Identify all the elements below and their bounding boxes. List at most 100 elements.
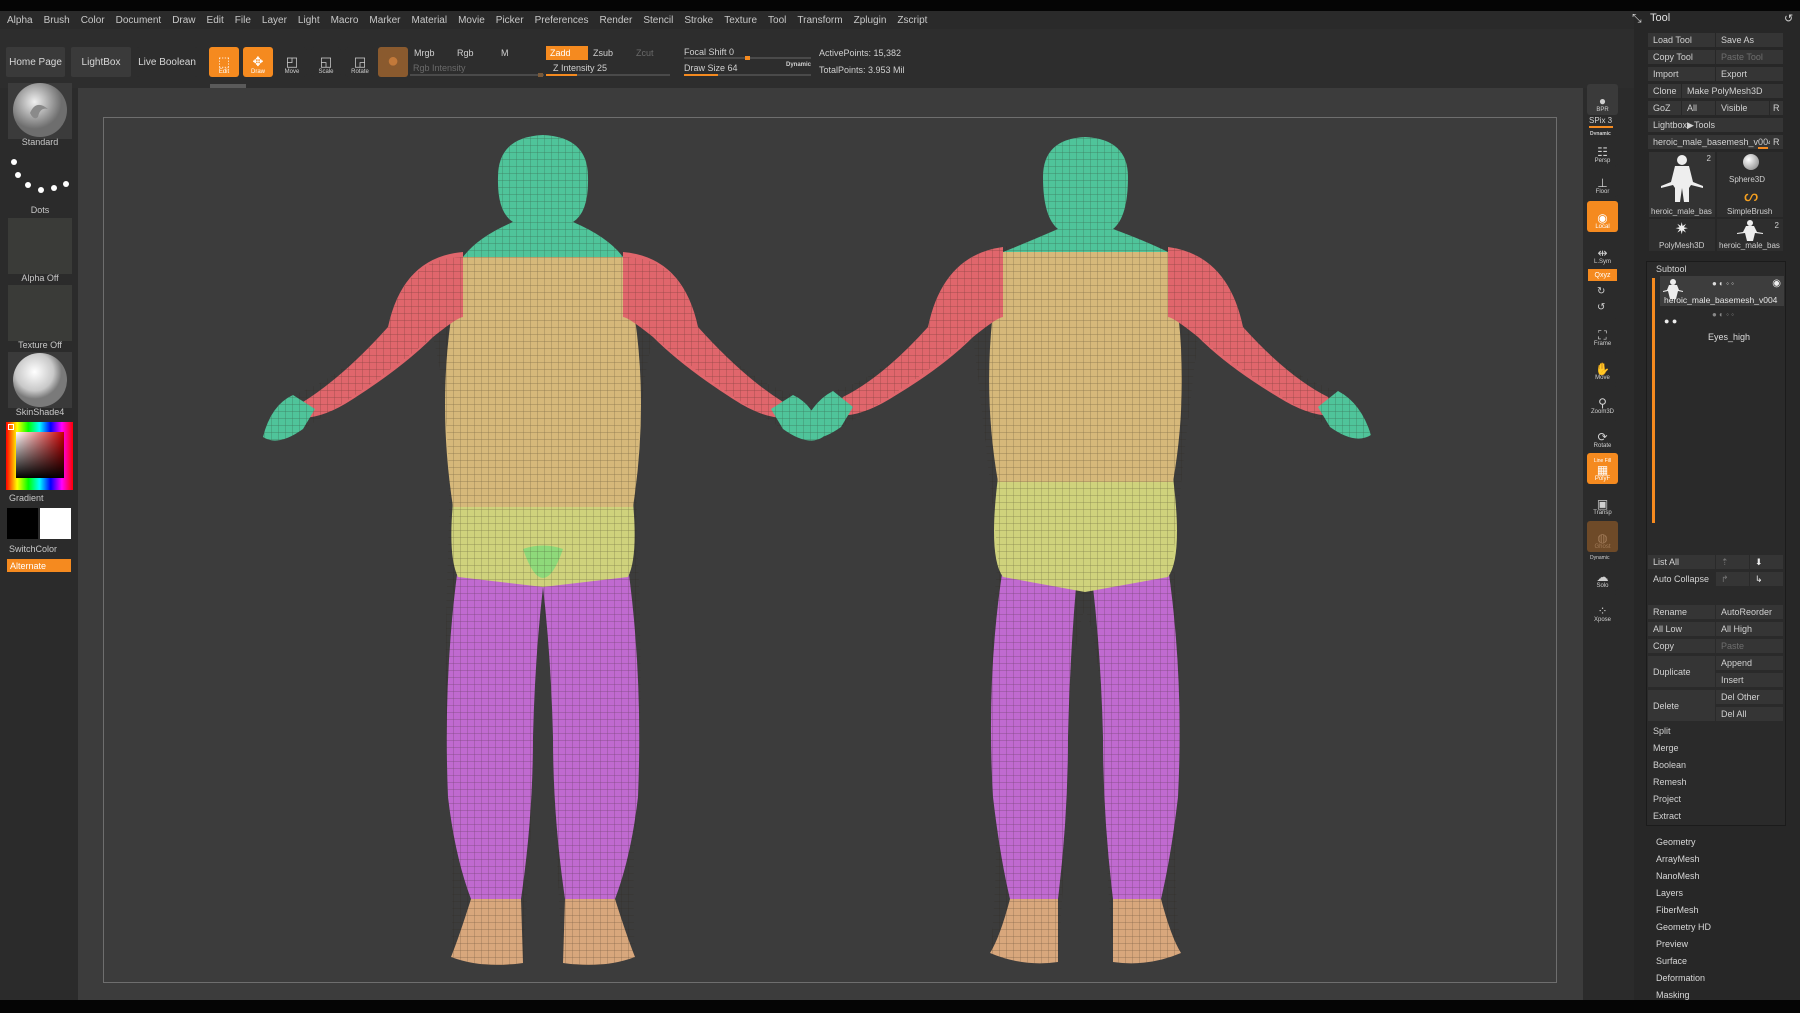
zsub-toggle[interactable]: Zsub (589, 46, 631, 60)
subtool-row-active[interactable]: ● ◐ ◦ ◦ ◉ heroic_male_basemesh_v004 (1660, 276, 1784, 306)
subtool-visibility-dots[interactable]: ● ◐ ◦ ◦ (1712, 279, 1734, 288)
append-button[interactable]: Append (1716, 656, 1783, 670)
secondary-color-swatch[interactable] (40, 508, 71, 539)
subpalette-layers[interactable]: Layers (1656, 888, 1683, 898)
lsym-button[interactable]: ⇹ L.Sym (1587, 236, 1618, 267)
current-tool-slider[interactable]: heroic_male_basemesh_v004 (1648, 135, 1770, 149)
brush-thumbnail-button[interactable] (8, 83, 72, 139)
menu-item-zplugin[interactable]: Zplugin (854, 15, 887, 26)
menu-item-macro[interactable]: Macro (331, 15, 359, 26)
scale-button[interactable]: ◱ Scale (311, 47, 341, 77)
lightbox-button[interactable]: LightBox (71, 47, 131, 77)
dynamic-toggle[interactable]: Dynamic (786, 62, 811, 68)
menu-item-stencil[interactable]: Stencil (643, 15, 673, 26)
tool-thumb-simplebrush[interactable]: ᔕ SimpleBrush (1717, 185, 1783, 217)
subpalette-preview[interactable]: Preview (1656, 939, 1688, 949)
solo-button[interactable]: ☁ Solo (1587, 560, 1618, 591)
paste-subtool-button[interactable]: Paste (1716, 639, 1783, 653)
menu-item-edit[interactable]: Edit (207, 15, 224, 26)
import-button[interactable]: Import (1648, 67, 1715, 81)
transp-button[interactable]: ▣ Transp (1587, 487, 1618, 518)
menu-item-texture[interactable]: Texture (724, 15, 757, 26)
clone-button[interactable]: Clone (1648, 84, 1681, 98)
all-low-button[interactable]: All Low (1648, 622, 1715, 636)
subpalette-geometry-hd[interactable]: Geometry HD (1656, 922, 1711, 932)
frame-button[interactable]: ⛶ Frame (1587, 318, 1618, 349)
subtool-action-project[interactable]: Project (1648, 792, 1783, 806)
menu-item-marker[interactable]: Marker (369, 15, 400, 26)
color-picker[interactable] (6, 422, 73, 490)
rotate-view-button[interactable]: ⟳ Rotate (1587, 420, 1618, 451)
zcut-toggle[interactable]: Zcut (632, 46, 672, 60)
bpr-button[interactable]: ● BPR (1587, 84, 1618, 115)
mrgb-toggle[interactable]: Mrgb (410, 46, 450, 60)
rotate-axis-icon-2[interactable]: ↺ (1597, 302, 1605, 313)
move-button[interactable]: ◰ Move (277, 47, 307, 77)
z-intensity-slider[interactable] (546, 74, 670, 76)
m-toggle[interactable]: M (497, 46, 537, 60)
all-high-button[interactable]: All High (1716, 622, 1783, 636)
rename-button[interactable]: Rename (1648, 605, 1715, 619)
alpha-thumbnail-button[interactable] (8, 218, 72, 274)
gradient-label[interactable]: Gradient (9, 493, 89, 503)
edit-button[interactable]: ⬚ Edit (209, 47, 239, 77)
load-tool-button[interactable]: Load Tool (1648, 33, 1715, 47)
delete-button[interactable]: Delete (1648, 690, 1715, 721)
move-up-button[interactable]: ⇡ (1716, 555, 1749, 569)
goz-r-button[interactable]: R (1770, 101, 1783, 115)
menu-item-material[interactable]: Material (412, 15, 448, 26)
copy-tool-button[interactable]: Copy Tool (1648, 50, 1715, 64)
menu-item-transform[interactable]: Transform (797, 15, 842, 26)
menu-item-preferences[interactable]: Preferences (535, 15, 589, 26)
alternate-button[interactable]: Alternate (7, 559, 71, 572)
del-other-button[interactable]: Del Other (1716, 690, 1783, 704)
menu-item-color[interactable]: Color (81, 15, 105, 26)
draw-button[interactable]: ✥ Draw (243, 47, 273, 77)
zadd-toggle[interactable]: Zadd (546, 46, 588, 60)
spix-readout[interactable]: SPix 3 (1589, 116, 1612, 125)
lightbox-tools-button[interactable]: Lightbox▶Tools (1648, 118, 1783, 132)
main-color-swatch[interactable] (7, 508, 38, 539)
menu-item-file[interactable]: File (235, 15, 251, 26)
auto-collapse-button[interactable]: Auto Collapse (1648, 572, 1715, 586)
xpose-button[interactable]: ⁘ Xpose (1587, 594, 1618, 625)
subpalette-fibermesh[interactable]: FiberMesh (1656, 905, 1699, 915)
ghost-button[interactable]: ◍ Ghost (1587, 521, 1618, 552)
subpalette-geometry[interactable]: Geometry (1656, 837, 1696, 847)
texture-thumbnail-button[interactable] (8, 285, 72, 341)
current-tool-r-button[interactable]: R (1770, 135, 1783, 149)
duplicate-button[interactable]: Duplicate (1648, 656, 1715, 687)
local-button[interactable]: ◉ Local (1587, 201, 1618, 232)
move-view-button[interactable]: ✋ Move (1587, 352, 1618, 383)
subpalette-masking[interactable]: Masking (1656, 990, 1690, 1000)
menu-item-alpha[interactable]: Alpha (7, 15, 33, 26)
del-all-button[interactable]: Del All (1716, 707, 1783, 721)
subpalette-deformation[interactable]: Deformation (1656, 973, 1705, 983)
paste-tool-button[interactable]: Paste Tool (1716, 50, 1783, 64)
export-button[interactable]: Export (1716, 67, 1783, 81)
subtool-action-merge[interactable]: Merge (1648, 741, 1783, 755)
eye-icon[interactable]: ◉ (1772, 278, 1781, 289)
subpalette-surface[interactable]: Surface (1656, 956, 1687, 966)
persp-button[interactable]: ☷ Persp (1587, 135, 1618, 166)
menu-item-brush[interactable]: Brush (44, 15, 70, 26)
copy-subtool-button[interactable]: Copy (1648, 639, 1715, 653)
palette-pin-icon[interactable]: ⤡ (1632, 11, 1642, 26)
subtool-action-boolean[interactable]: Boolean (1648, 758, 1783, 772)
material-thumbnail-button[interactable] (8, 352, 72, 408)
draw-size-slider[interactable] (684, 74, 811, 76)
switch-color-button[interactable]: SwitchColor (9, 544, 89, 554)
polyf-button[interactable]: Line Fill ▦ PolyF (1587, 453, 1618, 484)
rotate-button[interactable]: ◲ Rotate (345, 47, 375, 77)
rgb-toggle[interactable]: Rgb (453, 46, 493, 60)
menu-item-draw[interactable]: Draw (172, 15, 195, 26)
menu-item-layer[interactable]: Layer (262, 15, 287, 26)
subtool-row-eyes[interactable]: ● ● ● ◐ ◦ ◦ Eyes_high (1660, 310, 1784, 344)
tool-thumb-heroic-male-2[interactable]: 2 heroic_male_bas (1717, 219, 1783, 251)
menu-item-render[interactable]: Render (600, 15, 633, 26)
subtool-header[interactable]: Subtool (1656, 264, 1687, 274)
subtool-action-remesh[interactable]: Remesh (1648, 775, 1783, 789)
move-down-button[interactable]: ⬇ (1750, 555, 1783, 569)
menu-item-stroke[interactable]: Stroke (684, 15, 713, 26)
menu-item-picker[interactable]: Picker (496, 15, 524, 26)
